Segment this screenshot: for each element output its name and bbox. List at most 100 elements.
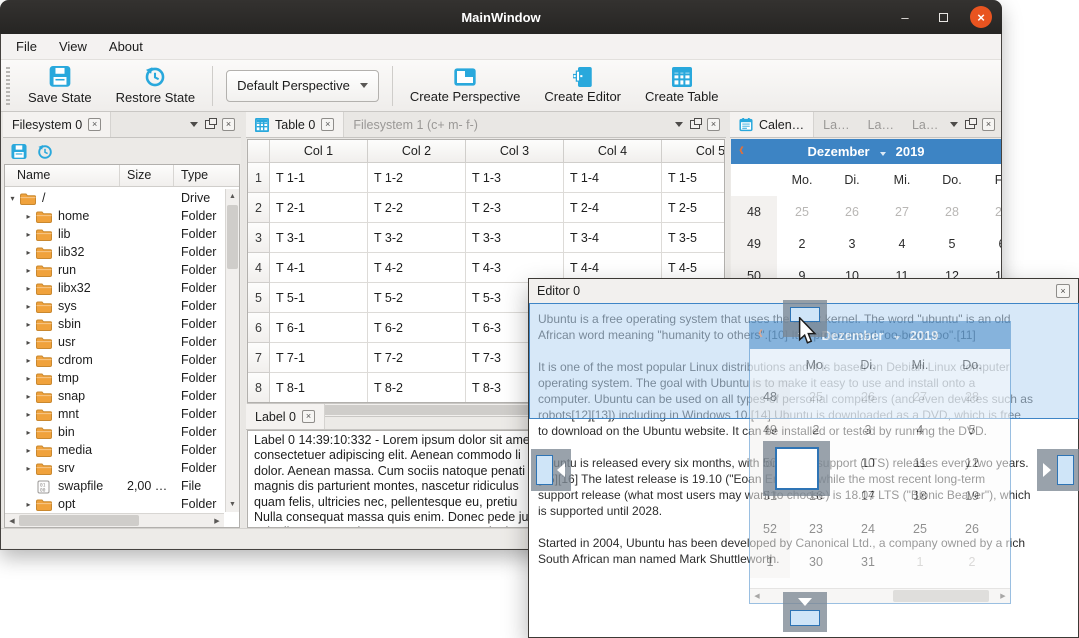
- tree-caret-icon[interactable]: ▸: [21, 320, 36, 329]
- table-cell[interactable]: T 2-2: [368, 193, 466, 223]
- dock-menu-button[interactable]: [950, 122, 958, 127]
- table-cell[interactable]: T 8-1: [270, 373, 368, 403]
- tree-row[interactable]: ▸ usr Folder: [5, 333, 224, 351]
- scroll-up-icon[interactable]: ▲: [226, 190, 239, 203]
- table-cell[interactable]: T 8-2: [368, 373, 466, 403]
- tree-caret-icon[interactable]: ▸: [21, 446, 36, 455]
- scroll-down-icon[interactable]: ▼: [226, 498, 239, 511]
- tree-caret-icon[interactable]: ▸: [21, 356, 36, 365]
- table-cell[interactable]: T 6-2: [368, 313, 466, 343]
- tab-calendar[interactable]: Calen…: [730, 112, 814, 137]
- table-cell[interactable]: T 2-1: [270, 193, 368, 223]
- minimize-button[interactable]: –: [894, 6, 916, 28]
- drop-indicator-right[interactable]: [1037, 449, 1079, 491]
- tree-caret-icon[interactable]: ▸: [21, 284, 36, 293]
- tree-row[interactable]: ▸ bin Folder: [5, 423, 224, 441]
- tree-caret-icon[interactable]: ▸: [21, 428, 36, 437]
- tab-table-0[interactable]: Table 0 ×: [246, 112, 344, 137]
- dock-close-button[interactable]: ×: [707, 118, 720, 131]
- drop-indicator-center[interactable]: [763, 441, 830, 496]
- tab-filesystem-0[interactable]: Filesystem 0 ×: [3, 112, 111, 137]
- column-header[interactable]: Col 3: [466, 140, 564, 163]
- row-header[interactable]: 7: [248, 343, 270, 373]
- table-cell[interactable]: T 5-2: [368, 283, 466, 313]
- calendar-day[interactable]: 2: [777, 237, 827, 251]
- column-header[interactable]: Col 4: [564, 140, 662, 163]
- tree-row[interactable]: ▸ lib Folder: [5, 225, 224, 243]
- window-titlebar[interactable]: MainWindow – ×: [0, 0, 1002, 34]
- maximize-button[interactable]: [932, 6, 954, 28]
- create-table-button[interactable]: Create Table: [633, 65, 730, 106]
- restore-icon[interactable]: [37, 144, 53, 160]
- row-header[interactable]: 8: [248, 373, 270, 403]
- scroll-right-icon[interactable]: ▶: [211, 514, 223, 527]
- column-name[interactable]: Name: [17, 168, 50, 182]
- tab-close-icon[interactable]: ×: [302, 410, 315, 423]
- table-cell[interactable]: T 1-5: [662, 163, 725, 193]
- column-header[interactable]: Col 2: [368, 140, 466, 163]
- tree-caret-icon[interactable]: ▾: [5, 194, 20, 203]
- table-cell[interactable]: T 2-4: [564, 193, 662, 223]
- menu-item[interactable]: View: [48, 36, 98, 57]
- tree-caret-icon[interactable]: ▸: [21, 464, 36, 473]
- create-perspective-button[interactable]: Create Perspective: [398, 65, 533, 106]
- editor-close-button[interactable]: ×: [1056, 284, 1070, 298]
- menu-item[interactable]: About: [98, 36, 154, 57]
- table-cell[interactable]: T 3-3: [466, 223, 564, 253]
- tree-row[interactable]: ▸ snap Folder: [5, 387, 224, 405]
- table-cell[interactable]: T 3-2: [368, 223, 466, 253]
- tree-row[interactable]: ▸ mnt Folder: [5, 405, 224, 423]
- dock-float-button[interactable]: [690, 120, 700, 129]
- calendar-day[interactable]: 4: [877, 237, 927, 251]
- create-editor-button[interactable]: Create Editor: [532, 65, 633, 106]
- tab-filesystem-1[interactable]: Filesystem 1 (c+ m- f-): [344, 112, 487, 137]
- dock-menu-button[interactable]: [190, 122, 198, 127]
- column-size[interactable]: Size: [127, 168, 151, 182]
- tree-caret-icon[interactable]: ▸: [21, 248, 36, 257]
- tree-row[interactable]: ▸ sys Folder: [5, 297, 224, 315]
- table-cell[interactable]: T 3-1: [270, 223, 368, 253]
- tab-close-icon[interactable]: ×: [321, 118, 334, 131]
- table-cell[interactable]: T 6-1: [270, 313, 368, 343]
- tree-row[interactable]: ▸ cdrom Folder: [5, 351, 224, 369]
- tab-label-0[interactable]: Label 0 ×: [246, 404, 325, 429]
- calendar-day[interactable]: 28: [927, 205, 977, 219]
- tree-row[interactable]: ▸ opt Folder: [5, 495, 224, 512]
- tree-caret-icon[interactable]: ▸: [21, 374, 36, 383]
- table-cell[interactable]: T 7-2: [368, 343, 466, 373]
- tree-vertical-scrollbar[interactable]: ▲ ▼: [225, 189, 239, 512]
- row-header[interactable]: 3: [248, 223, 270, 253]
- tree-caret-icon[interactable]: ▸: [21, 266, 36, 275]
- tree-caret-icon[interactable]: ▸: [21, 500, 36, 509]
- table-cell[interactable]: T 7-1: [270, 343, 368, 373]
- row-header[interactable]: 5: [248, 283, 270, 313]
- table-cell[interactable]: T 1-2: [368, 163, 466, 193]
- calendar-day[interactable]: 6: [977, 237, 1001, 251]
- column-header[interactable]: Col 5: [662, 140, 725, 163]
- column-header[interactable]: Col 1: [270, 140, 368, 163]
- dock-float-button[interactable]: [205, 120, 215, 129]
- toolbar-grip[interactable]: [6, 67, 10, 105]
- tree-caret-icon[interactable]: ▸: [21, 410, 36, 419]
- table-cell[interactable]: T 3-4: [564, 223, 662, 253]
- scrollbar-thumb[interactable]: [19, 515, 139, 526]
- tree-caret-icon[interactable]: ▸: [21, 392, 36, 401]
- drop-indicator-left[interactable]: [531, 449, 571, 491]
- table-cell[interactable]: T 2-3: [466, 193, 564, 223]
- tree-row[interactable]: ▸ home Folder: [5, 207, 224, 225]
- calendar-day[interactable]: 5: [927, 237, 977, 251]
- tree-row[interactable]: ▸ sbin Folder: [5, 315, 224, 333]
- restore-state-button[interactable]: Restore State: [104, 64, 208, 107]
- tree-caret-icon[interactable]: ▸: [21, 338, 36, 347]
- dock-float-button[interactable]: [965, 120, 975, 129]
- perspective-combo[interactable]: Default Perspective: [226, 70, 379, 102]
- table-cell[interactable]: T 1-1: [270, 163, 368, 193]
- calendar-day[interactable]: 29: [977, 205, 1001, 219]
- row-header[interactable]: 6: [248, 313, 270, 343]
- menu-item[interactable]: File: [5, 36, 48, 57]
- calendar-day[interactable]: 27: [877, 205, 927, 219]
- scroll-left-icon[interactable]: ◀: [6, 514, 18, 527]
- column-type[interactable]: Type: [181, 168, 208, 182]
- tab-close-icon[interactable]: ×: [88, 118, 101, 131]
- drop-indicator-bottom[interactable]: [783, 592, 827, 632]
